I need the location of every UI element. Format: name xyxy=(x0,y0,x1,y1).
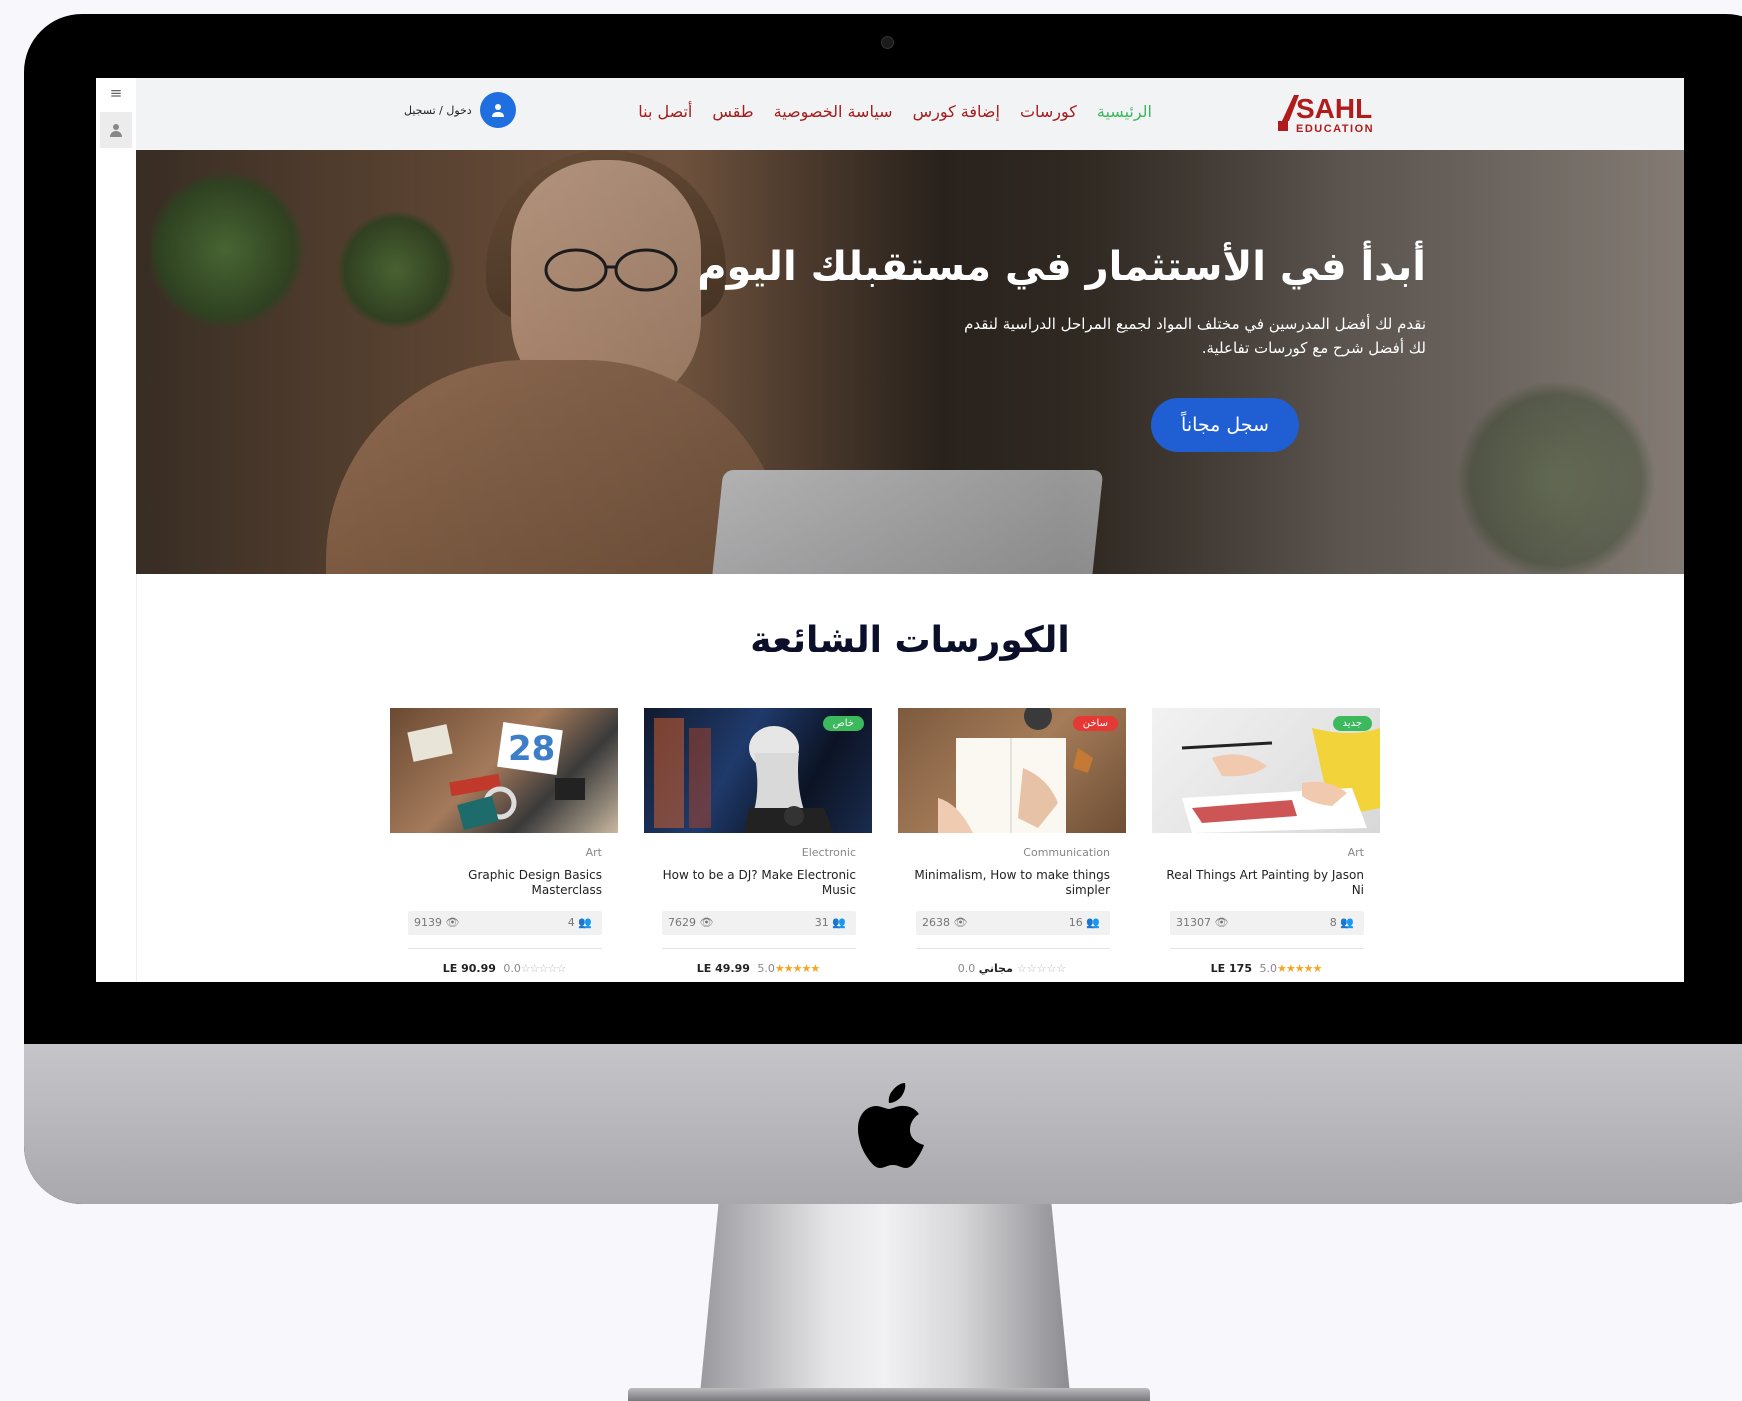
website-screen: ≡ SAHL EDUCATION الرئيسية كورسات إضافة ك… xyxy=(96,78,1684,982)
hero-title: أبدأ في الأستثمار في مستقبلك اليوم xyxy=(697,244,1426,290)
login-avatar[interactable] xyxy=(479,92,516,128)
imac-stand-base xyxy=(628,1388,1150,1401)
course-category: Electronic xyxy=(801,846,856,859)
star-rating-icon: ☆☆☆☆☆ xyxy=(520,962,566,975)
course-price-rating: LE 175 5.0★★★★★ xyxy=(1152,962,1380,975)
course-stats: 2638 👁 16 👥 xyxy=(916,911,1110,935)
course-category: Art xyxy=(1347,846,1364,859)
imac-stand xyxy=(700,1204,1070,1394)
hero-banner: أبدأ في الأستثمار في مستقبلك اليوم نقدم … xyxy=(136,150,1684,574)
login-register[interactable]: دخول / تسجيل xyxy=(404,92,516,128)
course-card[interactable]: ساخن Communication Minimalism, How to ma… xyxy=(898,708,1126,982)
course-rating: 5.0 xyxy=(757,962,775,975)
course-card[interactable]: خاص Electronic How to be a DJ? Make Elec… xyxy=(644,708,872,982)
site-header: SAHL EDUCATION الرئيسية كورسات إضافة كور… xyxy=(136,78,1684,151)
course-title[interactable]: How to be a DJ? Make Electronic Music xyxy=(656,868,856,898)
card-divider xyxy=(662,948,856,949)
eye-icon: 👁 xyxy=(696,916,714,929)
main-nav: الرئيسية كورسات إضافة كورس سياسة الخصوصي… xyxy=(638,102,1152,121)
users-icon: 👥 xyxy=(828,916,846,929)
nav-item-weather[interactable]: طقس xyxy=(712,102,753,121)
course-badge: خاص xyxy=(822,716,864,731)
hero-subtitle: نقدم لك أفضل المدرسين في مختلف المواد لج… xyxy=(964,315,1426,357)
user-icon xyxy=(491,104,504,117)
course-thumbnail[interactable]: 28 xyxy=(390,708,618,833)
users-icon: 👥 xyxy=(1336,916,1354,929)
card-divider xyxy=(1170,948,1364,949)
view-count: 7629 👁 xyxy=(668,916,714,929)
nav-item-add-course[interactable]: إضافة كورس xyxy=(913,102,1000,121)
star-rating-icon: ★★★★★ xyxy=(1277,962,1322,975)
course-badge: ساخن xyxy=(1072,716,1118,731)
course-stats: 9139 👁 4 👥 xyxy=(408,911,602,935)
student-count: 31 👥 xyxy=(814,916,846,929)
course-cards: 28 Art Graphic Design Basics Masterclass… xyxy=(390,708,1390,982)
nav-item-contact[interactable]: أتصل بنا xyxy=(638,102,692,121)
view-count: 31307 👁 xyxy=(1176,916,1229,929)
student-count: 4 👥 xyxy=(567,916,592,929)
course-thumbnail[interactable]: جديد xyxy=(1152,708,1380,833)
course-price: LE 90.99 xyxy=(442,962,496,975)
course-stats: 31307 👁 8 👥 xyxy=(1170,911,1364,935)
eye-icon: 👁 xyxy=(442,916,460,929)
course-stats: 7629 👁 31 👥 xyxy=(662,911,856,935)
course-card[interactable]: 28 Art Graphic Design Basics Masterclass… xyxy=(390,708,618,982)
camera-icon xyxy=(881,36,894,49)
course-price: مجاني xyxy=(978,962,1013,975)
card-divider xyxy=(916,948,1110,949)
view-count: 2638 👁 xyxy=(922,916,968,929)
course-thumbnail[interactable]: خاص xyxy=(644,708,872,833)
course-rating: 5.0 xyxy=(1259,962,1278,975)
nav-item-courses[interactable]: كورسات xyxy=(1020,102,1077,121)
users-icon: 👥 xyxy=(1082,916,1100,929)
svg-text:28: 28 xyxy=(508,729,555,769)
sahl-education-logo[interactable]: SAHL EDUCATION xyxy=(1276,91,1406,137)
card-divider xyxy=(408,948,602,949)
course-price-rating: LE 90.99 0.0☆☆☆☆☆ xyxy=(390,962,618,975)
course-category: Communication xyxy=(1023,846,1110,859)
logo-text: SAHL xyxy=(1296,93,1372,124)
student-count: 16 👥 xyxy=(1068,916,1100,929)
side-rail: ≡ xyxy=(96,78,137,982)
user-icon[interactable] xyxy=(100,112,132,148)
course-price: LE 49.99 xyxy=(696,962,750,975)
eye-icon: 👁 xyxy=(950,916,968,929)
course-rating: 0.0 xyxy=(957,962,976,975)
popular-courses-title: الكورسات الشائعة xyxy=(750,620,1070,661)
nav-item-privacy[interactable]: سياسة الخصوصية xyxy=(774,102,893,121)
users-icon: 👥 xyxy=(574,916,592,929)
eye-icon: 👁 xyxy=(1211,916,1229,929)
course-badge: جديد xyxy=(1332,716,1372,731)
course-title[interactable]: Graphic Design Basics Masterclass xyxy=(402,868,602,898)
apple-logo-icon xyxy=(858,1083,924,1168)
menu-toggle-icon[interactable]: ≡ xyxy=(104,84,128,104)
course-rating: 0.0 xyxy=(503,962,521,975)
course-thumbnail[interactable]: ساخن xyxy=(898,708,1126,833)
course-title[interactable]: Real Things Art Painting by Jason Ni xyxy=(1164,868,1364,898)
login-label[interactable]: دخول / تسجيل xyxy=(404,104,472,117)
nav-item-home[interactable]: الرئيسية xyxy=(1097,102,1152,121)
course-price-rating: مجاني 0.0 ☆☆☆☆☆ xyxy=(898,962,1126,975)
course-card[interactable]: جديد Art Real Things Art Painting by Jas… xyxy=(1152,708,1380,982)
design-tools-image: 28 xyxy=(407,722,585,831)
course-category: Art xyxy=(585,846,602,859)
hero-overlay xyxy=(136,150,1684,574)
course-price: LE 175 xyxy=(1210,962,1252,975)
view-count: 9139 👁 xyxy=(414,916,460,929)
student-count: 8 👥 xyxy=(1329,916,1354,929)
star-rating-icon: ☆☆☆☆☆ xyxy=(1016,962,1067,975)
signup-free-button[interactable]: سجل مجاناً xyxy=(1151,398,1299,452)
course-price-rating: LE 49.99 5.0★★★★★ xyxy=(644,962,872,975)
course-title[interactable]: Minimalism, How to make things simpler xyxy=(910,868,1110,898)
logo-subtext: EDUCATION xyxy=(1296,123,1374,135)
star-rating-icon: ★★★★★ xyxy=(774,962,820,975)
